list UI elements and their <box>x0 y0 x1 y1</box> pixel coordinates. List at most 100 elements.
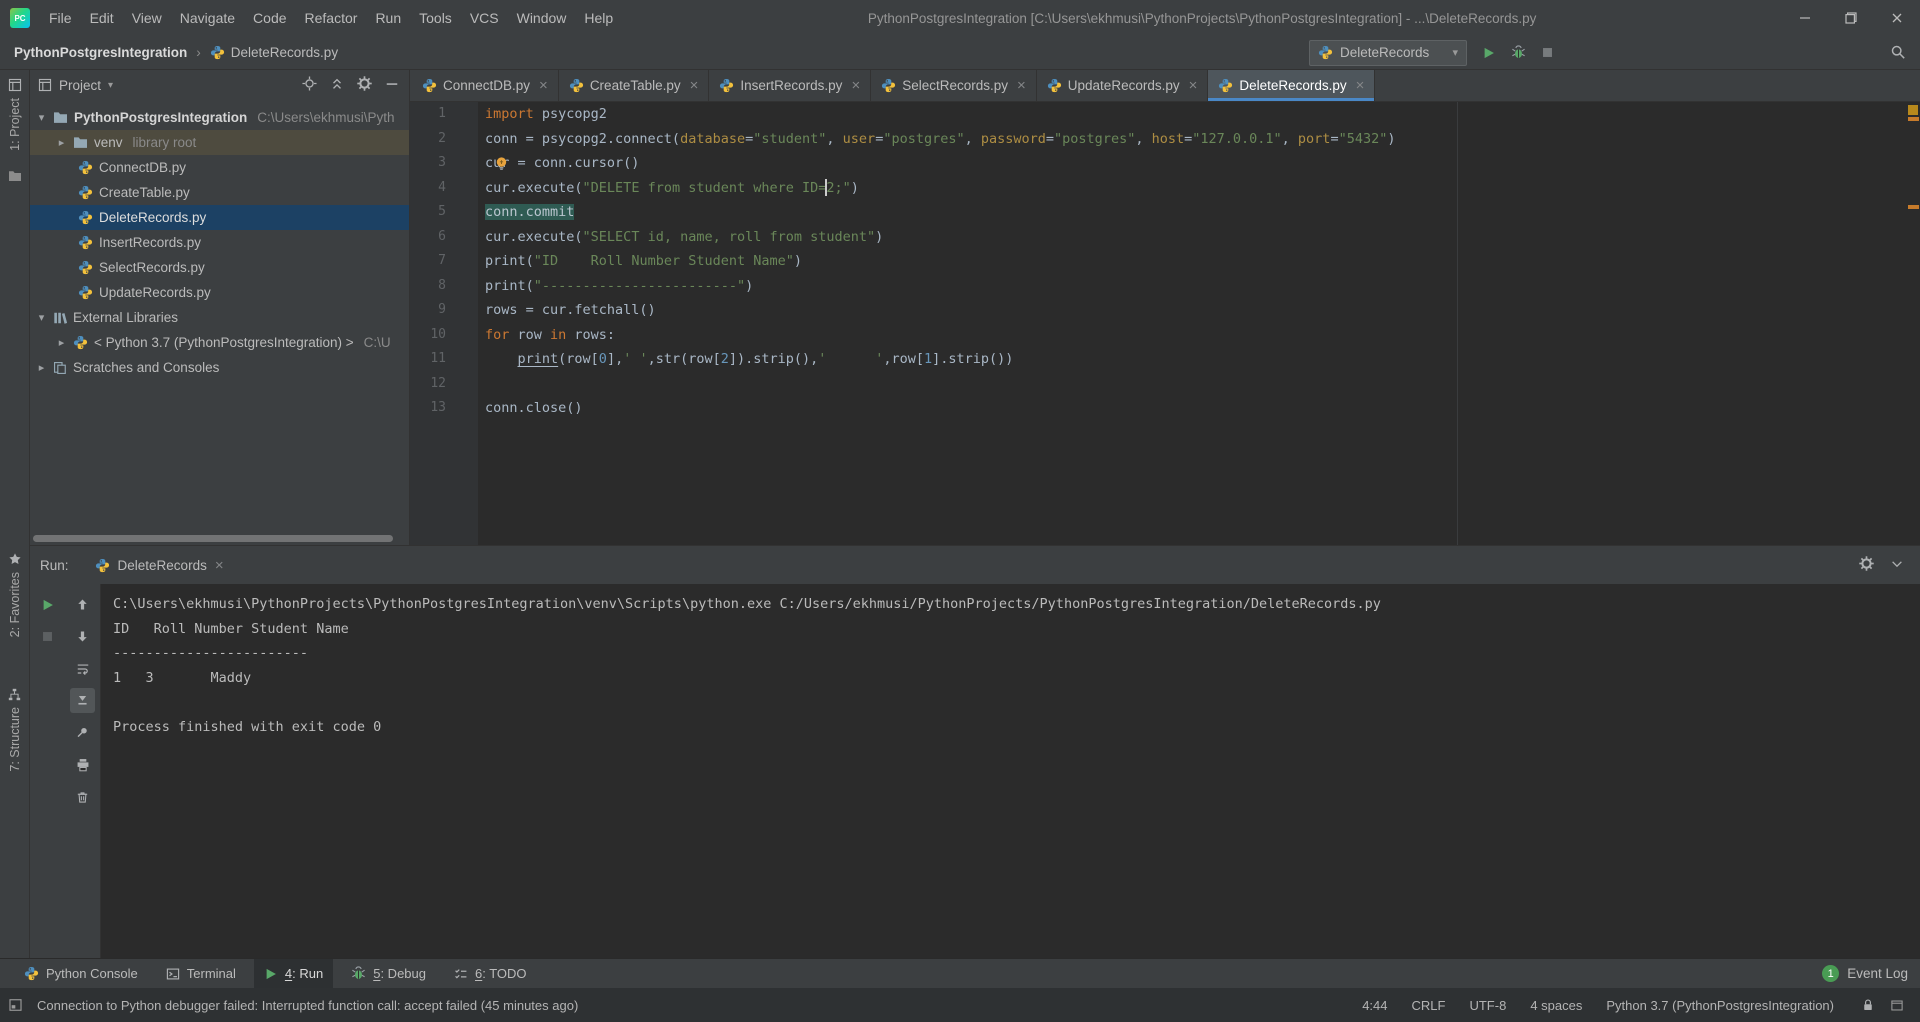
project-panel-title[interactable]: Project <box>59 78 101 93</box>
code-line-10: 10for row in rows: <box>410 323 1920 348</box>
hide-panel-icon[interactable] <box>1890 557 1904 574</box>
chevron-right-icon[interactable]: ▸ <box>56 336 67 349</box>
line-text: import psycopg2 <box>478 102 607 127</box>
hide-icon[interactable] <box>385 77 399 94</box>
maximize-button[interactable] <box>1828 0 1874 36</box>
editor-tab-selectrecords-py[interactable]: SelectRecords.py× <box>871 70 1037 101</box>
event-log-label[interactable]: Event Log <box>1847 966 1908 981</box>
toolwindow-project-button[interactable]: 1: Project <box>0 74 29 155</box>
menu-run[interactable]: Run <box>366 10 410 26</box>
toolwindow-structure-button[interactable]: 7: Structure <box>0 684 29 776</box>
editor-tab-updaterecords-py[interactable]: UpdateRecords.py× <box>1037 70 1209 101</box>
toolwindow-switcher-icon[interactable] <box>8 998 23 1012</box>
scrollend-button[interactable] <box>70 688 95 713</box>
menu-tools[interactable]: Tools <box>410 10 461 26</box>
tree-item-external-libraries[interactable]: ▾External Libraries <box>30 305 409 330</box>
lock-icon[interactable] <box>1862 998 1874 1012</box>
tree-item-pythonpostgresintegration[interactable]: ▾PythonPostgresIntegrationC:\Users\ekhmu… <box>30 105 409 130</box>
toolwindow-6-todo[interactable]: 6: TODO <box>444 959 537 988</box>
close-icon[interactable]: × <box>215 557 224 574</box>
event-log-area[interactable]: 1 Event Log <box>1822 965 1908 982</box>
down-button[interactable] <box>70 624 95 649</box>
scrollbar-error-mark[interactable] <box>1908 205 1919 209</box>
run-tool-window: Run: DeleteRecords × C:\Users\ekhmusi\Py… <box>30 545 1920 958</box>
toolwindow-terminal[interactable]: Terminal <box>156 959 246 988</box>
code-line-3: 3cur = conn.cursor() <box>410 151 1920 176</box>
editor-tab-deleterecords-py[interactable]: DeleteRecords.py× <box>1208 70 1375 101</box>
chevron-down-icon[interactable]: ▾ <box>36 111 47 124</box>
search-everywhere-icon[interactable] <box>1890 44 1906 60</box>
menu-view[interactable]: View <box>123 10 171 26</box>
tree-item-venv[interactable]: ▸venvlibrary root <box>30 130 409 155</box>
toolwindow-python-console[interactable]: Python Console <box>14 959 148 988</box>
editor-tab-connectdb-py[interactable]: ConnectDB.py× <box>412 70 559 101</box>
stop-button[interactable] <box>35 624 60 649</box>
tree-item-deleterecords-py[interactable]: DeleteRecords.py <box>30 205 409 230</box>
menu-file[interactable]: File <box>40 10 81 26</box>
menu-refactor[interactable]: Refactor <box>296 10 367 26</box>
locate-icon[interactable] <box>302 76 317 94</box>
menu-vcs[interactable]: VCS <box>461 10 508 26</box>
up-button[interactable] <box>70 592 95 617</box>
editor-tab-insertrecords-py[interactable]: InsertRecords.py× <box>709 70 871 101</box>
print-button[interactable] <box>70 752 95 777</box>
menu-edit[interactable]: Edit <box>81 10 123 26</box>
status-crlf[interactable]: CRLF <box>1412 998 1446 1013</box>
menu-help[interactable]: Help <box>575 10 622 26</box>
close-icon[interactable]: × <box>1189 77 1198 94</box>
status-4-44[interactable]: 4:44 <box>1362 998 1387 1013</box>
console-output[interactable]: C:\Users\ekhmusi\PythonProjects\PythonPo… <box>100 584 1920 958</box>
breadcrumb-project[interactable]: PythonPostgresIntegration <box>14 45 187 60</box>
status-bar: Connection to Python debugger failed: In… <box>0 988 1920 1022</box>
chevron-right-icon[interactable]: ▸ <box>56 136 67 149</box>
status-4-spaces[interactable]: 4 spaces <box>1530 998 1582 1013</box>
menu-window[interactable]: Window <box>508 10 576 26</box>
debug-button[interactable] <box>1511 45 1526 60</box>
status-message[interactable]: Connection to Python debugger failed: In… <box>37 998 578 1013</box>
minimize-button[interactable] <box>1782 0 1828 36</box>
close-icon[interactable]: × <box>851 77 860 94</box>
run-button[interactable] <box>1482 46 1496 60</box>
status-python-3-7-pythonpostgresintegration-[interactable]: Python 3.7 (PythonPostgresIntegration) <box>1606 998 1834 1013</box>
inspection-indicator[interactable] <box>1908 105 1918 115</box>
settings-icon[interactable] <box>1859 556 1874 574</box>
tree-item-selectrecords-py[interactable]: SelectRecords.py <box>30 255 409 280</box>
close-icon[interactable]: × <box>539 77 548 94</box>
editor-tab-createtable-py[interactable]: CreateTable.py× <box>559 70 710 101</box>
frame-icon[interactable] <box>1890 999 1904 1012</box>
run-configuration-select[interactable]: DeleteRecords ▾ <box>1309 40 1467 66</box>
toolwindow-favorites-button[interactable]: 2: Favorites <box>0 548 29 641</box>
clear-button[interactable] <box>70 784 95 809</box>
tree-item-connectdb-py[interactable]: ConnectDB.py <box>30 155 409 180</box>
close-icon[interactable]: × <box>1017 77 1026 94</box>
tree-item-updaterecords-py[interactable]: UpdateRecords.py <box>30 280 409 305</box>
horizontal-scrollbar[interactable] <box>33 535 393 542</box>
intention-bulb-icon[interactable] <box>494 155 509 180</box>
tree-item-insertrecords-py[interactable]: InsertRecords.py <box>30 230 409 255</box>
toolwindow-folder-button[interactable] <box>0 166 29 186</box>
close-button[interactable] <box>1874 0 1920 36</box>
scrollbar-error-mark[interactable] <box>1908 117 1919 121</box>
close-icon[interactable]: × <box>690 77 699 94</box>
toolwindow-4-run[interactable]: 4: Run <box>254 959 333 988</box>
chevron-down-icon[interactable]: ▾ <box>36 311 47 324</box>
menu-navigate[interactable]: Navigate <box>171 10 244 26</box>
pin-button[interactable] <box>70 720 95 745</box>
toolwindow-5-debug[interactable]: 5: Debug <box>341 959 436 988</box>
status-utf-8[interactable]: UTF-8 <box>1469 998 1506 1013</box>
tree-item-python-3-7-pythonpostgresintegration[interactable]: ▸< Python 3.7 (PythonPostgresIntegration… <box>30 330 409 355</box>
rerun-button[interactable] <box>35 592 60 617</box>
line-text: conn = psycopg2.connect(database="studen… <box>478 127 1396 152</box>
close-icon[interactable]: × <box>1356 77 1365 94</box>
breadcrumb-file[interactable]: DeleteRecords.py <box>231 45 338 60</box>
collapse-all-icon[interactable] <box>330 77 344 94</box>
softwrap-button[interactable] <box>70 656 95 681</box>
code-editor[interactable]: 1import psycopg22conn = psycopg2.connect… <box>410 102 1920 545</box>
tree-item-createtable-py[interactable]: CreateTable.py <box>30 180 409 205</box>
chevron-right-icon[interactable]: ▸ <box>36 361 47 374</box>
tree-item-scratches-and-consoles[interactable]: ▸Scratches and Consoles <box>30 355 409 380</box>
run-content-tab[interactable]: DeleteRecords × <box>89 546 230 584</box>
settings-icon[interactable] <box>357 76 372 94</box>
stop-button[interactable] <box>1541 46 1554 59</box>
menu-code[interactable]: Code <box>244 10 295 26</box>
